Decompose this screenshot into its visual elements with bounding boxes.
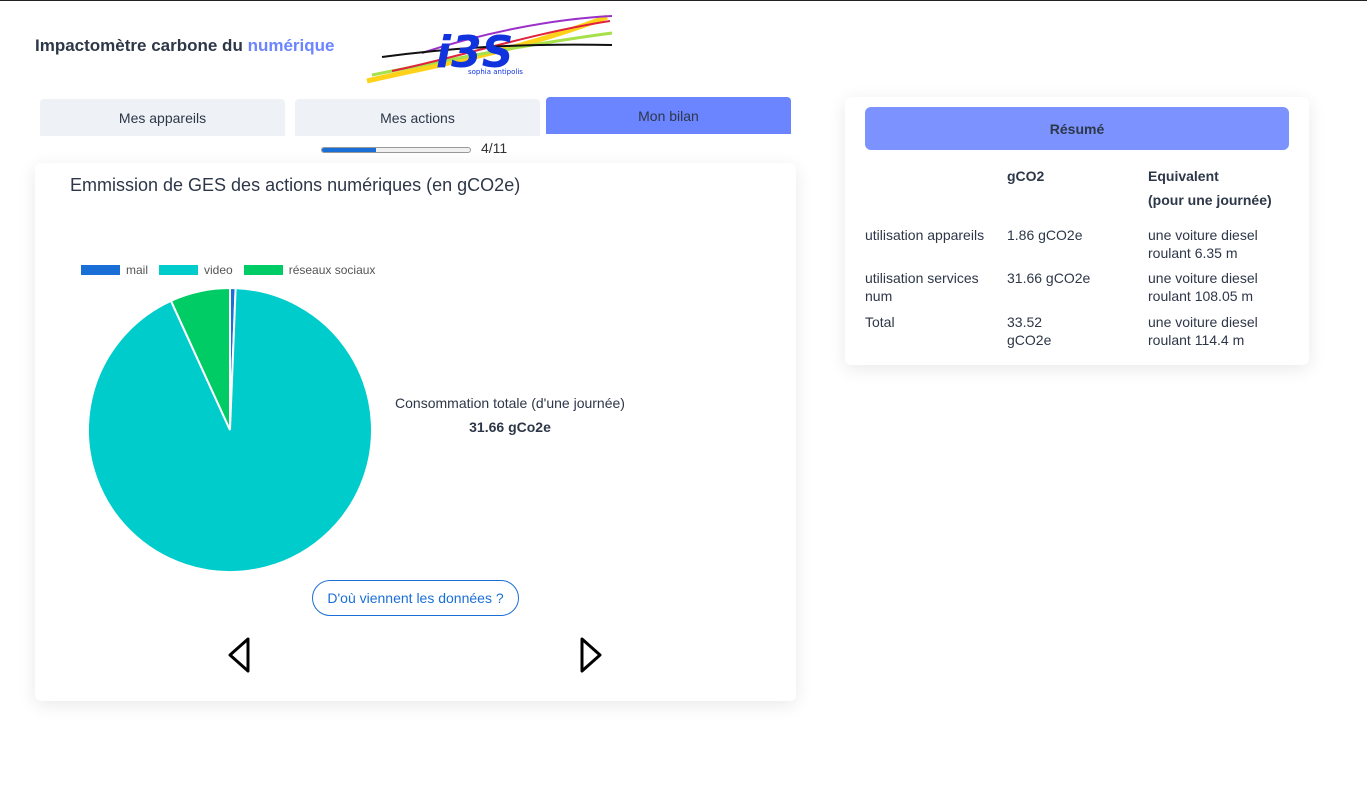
legend-item-video[interactable]: video <box>159 263 233 277</box>
pie-chart <box>87 287 373 573</box>
summary-row-equiv: une voiture diesel roulant 114.4 m <box>1148 314 1258 348</box>
summary-row-gco2: 1.86 gCO2e <box>1007 227 1083 243</box>
i3s-logo: i3S sophia antipolis <box>366 14 613 84</box>
legend-label-reseaux-sociaux: réseaux sociaux <box>288 263 376 277</box>
legend-item-mail[interactable]: mail <box>81 263 148 277</box>
logo-subtext: sophia antipolis <box>468 68 523 76</box>
total-consumption-value: 31.66 gCo2e <box>469 419 551 435</box>
summary-header-equivalent-sub: (pour une journée) <box>1148 192 1272 208</box>
data-source-button[interactable]: D'où viennent les données ? <box>312 580 519 616</box>
legend-label-mail: mail <box>126 263 149 277</box>
legend-label-video: video <box>204 263 233 277</box>
legend-swatch-reseaux-sociaux <box>243 265 283 275</box>
summary-row-label: utilisation services num <box>865 270 979 304</box>
tab-mes-actions[interactable]: Mes actions <box>295 99 540 136</box>
tab-mes-appareils[interactable]: Mes appareils <box>40 99 285 136</box>
summary-card: Résumé gCO2 Equivalent (pour une journée… <box>845 97 1309 365</box>
app-title-main: Impactomètre carbone du <box>35 36 248 55</box>
chart-legend: mail video réseaux sociaux <box>81 263 386 277</box>
total-consumption-label: Consommation totale (d'une journée) <box>395 395 625 411</box>
summary-row-label: utilisation appareils <box>865 227 985 243</box>
previous-arrow-icon[interactable] <box>225 635 255 675</box>
summary-row-equiv: une voiture diesel roulant 6.35 m <box>1148 227 1258 261</box>
summary-button[interactable]: Résumé <box>865 107 1289 150</box>
app-title-accent: numérique <box>247 36 335 55</box>
emission-card-title: Emmission de GES des actions numériques … <box>70 175 521 195</box>
app-title: Impactomètre carbone du numérique <box>35 36 334 56</box>
legend-item-reseaux-sociaux[interactable]: réseaux sociaux <box>243 263 376 277</box>
legend-swatch-video <box>159 265 199 275</box>
progress-bar <box>321 147 471 153</box>
summary-row-equiv: une voiture diesel roulant 108.05 m <box>1148 270 1258 304</box>
summary-row-gco2: 31.66 gCO2e <box>1007 270 1091 286</box>
emission-card: Emmission de GES des actions numériques … <box>35 163 796 701</box>
progress-label: 4/11 <box>481 140 508 156</box>
next-arrow-icon[interactable] <box>575 635 605 675</box>
tab-mon-bilan[interactable]: Mon bilan <box>546 97 791 134</box>
summary-header-gco2: gCO2 <box>1007 168 1045 184</box>
summary-header-equivalent: Equivalent <box>1148 168 1219 184</box>
legend-swatch-mail <box>81 265 120 275</box>
progress-fill <box>322 148 376 152</box>
summary-row-gco2: 33.52 gCO2e <box>1007 314 1052 348</box>
summary-row-label: Total <box>865 314 895 330</box>
